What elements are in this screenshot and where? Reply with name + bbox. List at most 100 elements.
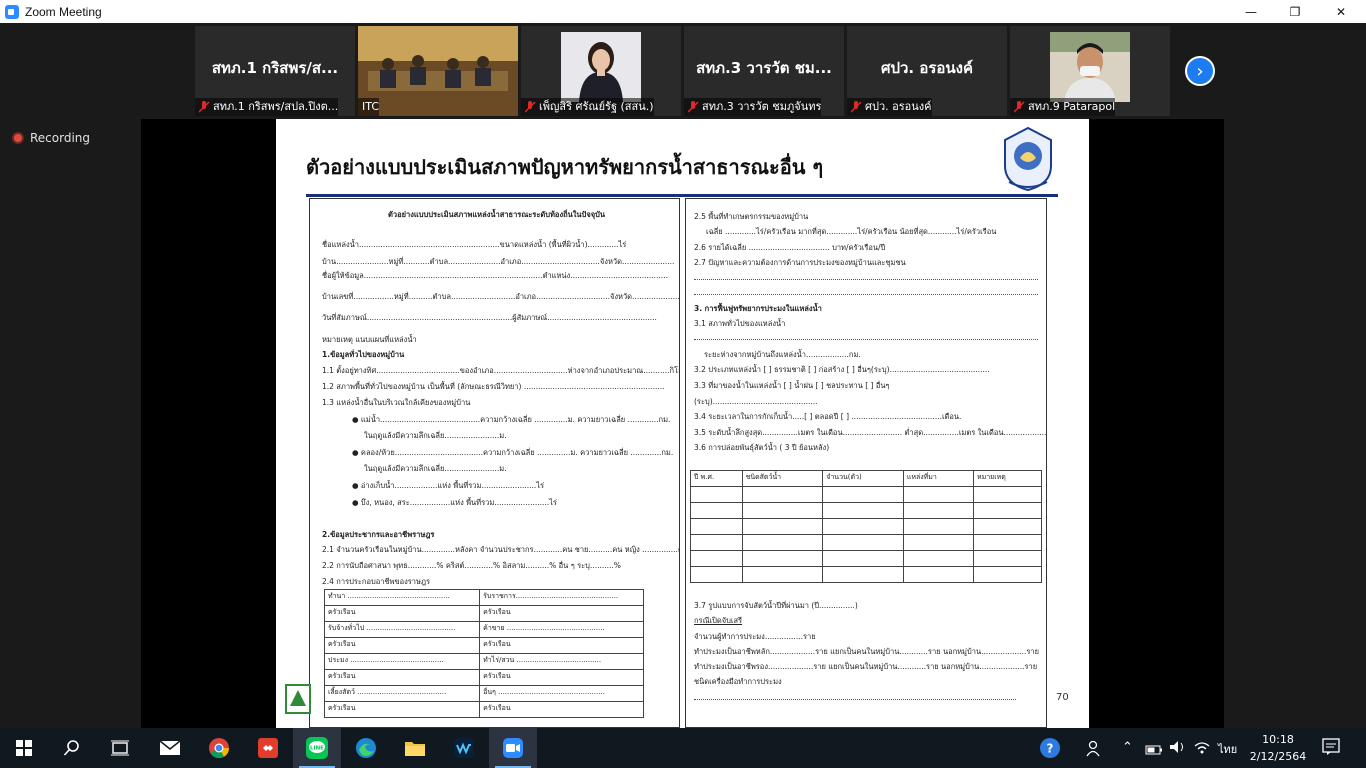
form-line: 3.1 สภาพทั่วไปของแหล่งน้ำ [694, 319, 786, 328]
form-section-heading: 1.ข้อมูลทั่วไปของหมู่บ้าน [322, 350, 405, 359]
mic-muted-icon [525, 101, 536, 113]
table-row: ทำนา ...................................… [323, 589, 644, 606]
participant-label: เพ็ญสิริ ศรัณย์รัฐ (สสน.) [521, 98, 654, 116]
start-button[interactable] [0, 728, 48, 768]
table-header: ปี พ.ศ. [690, 470, 743, 487]
participant-tile[interactable]: สทภ.9 Patarapol [1010, 26, 1170, 116]
participant-label-text: ศปว. อรอนงค์ [865, 100, 932, 113]
table-cell: รับจ้างทั่วไป ..........................… [323, 621, 481, 638]
table-cell: ครัวเรือน [323, 701, 481, 718]
form-line: 1.2 สภาพพื้นที่ทั่วไปของหมู่บ้าน เป็นพื้… [322, 382, 665, 391]
form-line: 2.1 จำนวนครัวเรือนในหมู่บ้าน............… [322, 545, 680, 554]
recording-indicator[interactable]: Recording [12, 131, 90, 145]
participant-tile[interactable]: สทภ.3 วารวัต ชม... สทภ.3 วารวัต ชมภูจันท… [684, 26, 844, 116]
participant-photo [1050, 32, 1130, 102]
people-tray-button[interactable] [1070, 728, 1118, 768]
shared-slide: ตัวอย่างแบบประเมินสภาพปัญหาทรัพยากรน้ำสา… [276, 119, 1089, 728]
form-line: 3.6 การปล่อยพันธุ์สัตว์น้ำ ( 3 ปี ย้อนหล… [694, 443, 830, 452]
edge-app-button[interactable] [342, 728, 390, 768]
chevron-up-icon[interactable]: ⌃ [1122, 740, 1133, 755]
recording-label: Recording [30, 131, 91, 145]
line-app-button[interactable]: LINE [293, 728, 341, 768]
search-button[interactable] [48, 728, 96, 768]
restore-button[interactable]: ❐ [1272, 0, 1318, 23]
minimize-button[interactable]: — [1228, 0, 1274, 23]
input-language[interactable]: ไทย [1218, 740, 1237, 758]
participant-tile[interactable]: สทภ.1 กริสพร/ส... สทภ.1 กริสพร/สปล.ปิงต.… [195, 26, 355, 116]
form-section-heading: 3. การฟื้นฟูทรัพยากรประมงในแหล่งน้ำ [694, 304, 822, 313]
conference-room-video [358, 26, 518, 116]
form-line: 3.3 ที่มาของน้ำในแหล่งน้ำ [ ] น้ำฝน [ ] … [694, 381, 890, 390]
form-line: กรณีเปิดจับเสรี [694, 616, 743, 625]
search-icon [63, 740, 79, 756]
publisher-logo-icon [285, 684, 311, 714]
fish-release-table: ปี พ.ศ. ชนิดสัตว์น้ำ จำนวน(ตัว) แหล่งที่… [690, 470, 1042, 583]
battery-icon[interactable] [1145, 741, 1163, 760]
form-line: 3.5 ระดับน้ำลึกสูงสุด...............เมตร… [694, 428, 1047, 437]
participant-label-text: ITC [362, 100, 379, 113]
chevron-right-icon: › [1196, 60, 1204, 82]
chrome-icon [209, 738, 230, 759]
table-row: ครัวเรือน ครัวเรือน [323, 701, 644, 718]
slide-title: ตัวอย่างแบบประเมินสภาพปัญหาทรัพยากรน้ำสา… [306, 155, 824, 179]
window-title: Zoom Meeting [25, 4, 102, 19]
help-tray-button[interactable]: ? [1026, 728, 1074, 768]
table-header: หมายเหตุ [973, 470, 1042, 487]
participant-label-text: สทภ.1 กริสพร/สปล.ปิงต... [213, 100, 339, 113]
mail-icon [159, 740, 181, 755]
table-row: ครัวเรือน ครัวเรือน [323, 669, 644, 686]
form-line: ชื่อผู้ให้ข้อมูล........................… [322, 271, 668, 280]
form-heading: ตัวอย่างแบบประเมินสภาพแหล่งน้ำสาธารณะระด… [388, 210, 605, 219]
close-button[interactable]: ✕ [1318, 0, 1364, 23]
participant-tile[interactable]: ศปว. อรอนงค์ ศปว. อรอนงค์ [847, 26, 1007, 116]
department-emblem-icon [1004, 126, 1052, 192]
help-icon: ? [1040, 738, 1060, 758]
table-cell: ค้าขาย .................................… [479, 621, 644, 638]
system-clock[interactable]: 10:18 2/12/2564 [1248, 731, 1308, 765]
table-cell: ครัวเรือน [479, 605, 644, 622]
chrome-app-button[interactable] [195, 728, 243, 768]
clock-date: 2/12/2564 [1249, 750, 1307, 763]
webex-icon [454, 738, 474, 758]
file-explorer-button[interactable] [391, 728, 439, 768]
wifi-icon[interactable] [1194, 740, 1210, 759]
mic-muted-icon [199, 101, 210, 113]
record-dot-icon [12, 132, 24, 144]
page-number: 70 [1056, 692, 1069, 703]
table-row: ครัวเรือน ครัวเรือน [323, 605, 644, 622]
form-line: บ้าน......................หมู่ที่.......… [322, 257, 675, 266]
zoom-app-button[interactable] [489, 728, 537, 768]
table-header: ชนิดสัตว์น้ำ [741, 470, 824, 487]
form-line: ● บึง, หนอง, สระ.................แห่ง พื… [352, 498, 557, 507]
form-line: 1.3 แหล่งน้ำอื่นในบริเวณใกล้เคียงของหมู่… [322, 398, 471, 407]
zoom-icon [503, 738, 523, 758]
mail-app-button[interactable] [146, 728, 194, 768]
participant-label: สทภ.1 กริสพร/สปล.ปิงต... [195, 98, 339, 116]
table-cell: ครัวเรือน [323, 669, 481, 686]
notifications-icon[interactable] [1322, 738, 1340, 760]
form-line: 2.7 ปัญหาและความต้องการด้านการประมงของหม… [694, 258, 906, 267]
form-page-left: ตัวอย่างแบบประเมินสภาพแหล่งน้ำสาธารณะระด… [309, 198, 680, 728]
mic-muted-icon [851, 101, 862, 113]
participant-tile[interactable]: เพ็ญสิริ ศรัณย์รัฐ (สสน.) [521, 26, 681, 116]
participant-label: ศปว. อรอนงค์ [847, 98, 932, 116]
form-section-heading: 2.ข้อมูลประชากรและอาชีพราษฎร [322, 530, 435, 539]
table-cell: อื่นๆ ..................................… [479, 685, 644, 702]
volume-icon[interactable] [1169, 739, 1187, 759]
occupation-table: ทำนา ...................................… [323, 589, 644, 718]
table-row [690, 502, 1042, 519]
anydesk-app-button[interactable] [244, 728, 292, 768]
participant-name-large: สทภ.1 กริสพร/ส... [211, 59, 339, 77]
task-view-button[interactable] [96, 728, 144, 768]
webex-app-button[interactable] [440, 728, 488, 768]
next-page-button[interactable]: › [1185, 56, 1215, 86]
participant-tile-active[interactable]: ITC [358, 26, 518, 116]
form-line: 2.2 การนับถือศาสนา พุทธ............% คริ… [322, 561, 621, 570]
participant-label-text: สทภ.3 วารวัต ชมภูจันทร [702, 100, 822, 113]
svg-text:LINE: LINE [310, 746, 324, 752]
mic-muted-icon [1014, 101, 1025, 113]
form-line: 3.2 ประเภทแหล่งน้ำ [ ] ธรรมชาติ [ ] ก่อส… [694, 365, 990, 374]
table-row [690, 486, 1042, 503]
table-row [690, 566, 1042, 583]
form-line: ● คลอง/ห้วย.............................… [352, 448, 674, 457]
